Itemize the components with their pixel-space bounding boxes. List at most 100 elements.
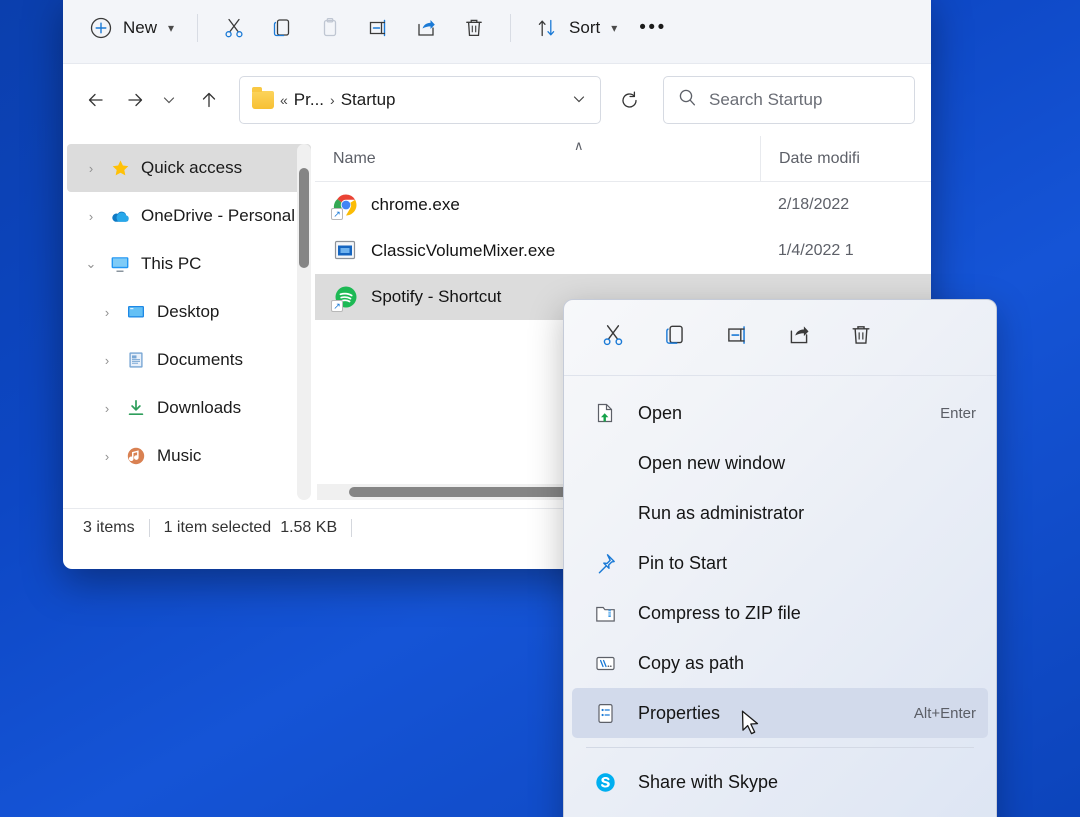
context-rename-button[interactable] <box>706 313 768 363</box>
app-window-icon <box>333 238 359 264</box>
music-icon <box>125 446 147 466</box>
file-name-cell: ClassicVolumeMixer.exe <box>315 238 760 264</box>
open-file-icon <box>590 402 620 424</box>
context-menu-item-copy-as-path[interactable]: Copy as path <box>572 638 988 688</box>
context-menu-item-share-with-skype[interactable]: Share with Skype <box>572 757 988 807</box>
sidebar-item-this-pc[interactable]: ⌄ This PC <box>67 240 311 288</box>
context-menu-item-open-new-window[interactable]: Open new window <box>572 438 988 488</box>
up-button[interactable] <box>192 83 226 117</box>
sidebar-item-downloads[interactable]: › Downloads <box>67 384 311 432</box>
breadcrumb-parent[interactable]: Pr... <box>294 90 324 110</box>
rename-button[interactable] <box>354 8 402 48</box>
breadcrumb-prefix: « <box>280 92 288 108</box>
recent-locations-button[interactable] <box>157 83 181 117</box>
sidebar-item-label: Documents <box>157 350 243 370</box>
sidebar-item-onedrive[interactable]: › OneDrive - Personal <box>67 192 311 240</box>
chevron-right-icon[interactable]: › <box>83 161 99 176</box>
shortcut-overlay-icon: ↗ <box>331 300 343 312</box>
breadcrumb-current[interactable]: Startup <box>341 90 396 110</box>
rename-icon <box>724 322 750 353</box>
explorer-toolbar: New ▾ <box>63 0 931 64</box>
file-name: Spotify - Shortcut <box>371 287 501 307</box>
folder-icon <box>252 91 274 109</box>
share-icon <box>413 15 439 41</box>
chevron-down-icon[interactable]: ⌄ <box>83 256 99 272</box>
context-menu-item-run-as-administrator[interactable]: Run as administrator <box>572 488 988 538</box>
context-menu-item-open[interactable]: Open Enter <box>572 388 988 438</box>
refresh-button[interactable] <box>612 83 646 117</box>
context-menu-item-properties[interactable]: Properties Alt+Enter <box>572 688 988 738</box>
back-button[interactable] <box>79 83 113 117</box>
context-menu-separator <box>586 747 974 748</box>
context-menu-item-compress-to-zip[interactable]: Compress to ZIP file <box>572 588 988 638</box>
table-row[interactable]: ClassicVolumeMixer.exe 1/4/2022 1 <box>315 228 931 274</box>
pin-icon <box>590 552 620 575</box>
context-cut-button[interactable] <box>582 313 644 363</box>
context-delete-button[interactable] <box>830 313 892 363</box>
skype-icon <box>590 771 620 794</box>
context-share-button[interactable] <box>768 313 830 363</box>
context-menu-item-label: Compress to ZIP file <box>638 603 801 624</box>
breadcrumb-chevron-down-icon[interactable] <box>564 92 594 109</box>
column-header-name[interactable]: Name <box>315 136 760 181</box>
context-menu-item-label: Copy as path <box>638 653 744 674</box>
file-name-cell: ↗ chrome.exe <box>315 192 760 218</box>
search-icon <box>678 88 697 112</box>
sidebar-item-quick-access[interactable]: › Quick access <box>67 144 311 192</box>
copy-icon <box>662 322 688 353</box>
cloud-icon <box>109 206 131 227</box>
search-input[interactable] <box>709 90 900 110</box>
see-more-button[interactable]: ••• <box>628 8 677 48</box>
monitor-icon <box>109 254 131 274</box>
sidebar-item-documents[interactable]: › Documents <box>67 336 311 384</box>
chevron-down-icon: ▾ <box>168 21 174 35</box>
sort-button[interactable]: Sort ▾ <box>523 8 628 48</box>
toolbar-divider-1 <box>197 14 198 42</box>
chevron-down-icon: ▾ <box>611 21 617 35</box>
sidebar-item-label: Desktop <box>157 302 219 322</box>
context-copy-button[interactable] <box>644 313 706 363</box>
column-header-row: Name Date modifi ∧ <box>315 136 931 182</box>
share-icon <box>786 322 812 353</box>
sidebar-item-desktop[interactable]: › Desktop <box>67 288 311 336</box>
scissors-icon <box>221 15 247 41</box>
sort-button-label: Sort <box>569 18 600 38</box>
share-button[interactable] <box>402 8 450 48</box>
file-date-modified: 2/18/2022 <box>760 196 931 214</box>
file-name: ClassicVolumeMixer.exe <box>371 241 555 261</box>
chevron-right-icon[interactable]: › <box>99 401 115 416</box>
desktop-icon <box>125 302 147 322</box>
forward-button[interactable] <box>118 83 152 117</box>
sidebar-item-label: Downloads <box>157 398 241 418</box>
context-menu-item-accel: Alt+Enter <box>914 705 976 722</box>
chevron-right-icon[interactable]: › <box>99 353 115 368</box>
cut-button[interactable] <box>210 8 258 48</box>
context-menu-item-pin-to-start[interactable]: Pin to Start <box>572 538 988 588</box>
column-header-date-modified[interactable]: Date modifi <box>760 136 931 181</box>
sort-ascending-caret-icon: ∧ <box>574 138 584 154</box>
sidebar-item-label: Music <box>157 446 201 466</box>
paste-button[interactable] <box>306 8 354 48</box>
context-menu-icon-bar <box>564 300 996 376</box>
toolbar-divider-2 <box>510 14 511 42</box>
delete-button[interactable] <box>450 8 498 48</box>
status-item-count: 3 items <box>83 519 135 537</box>
search-box[interactable] <box>663 76 915 124</box>
sidebar-scrollbar[interactable] <box>297 144 311 500</box>
chevron-right-icon[interactable]: › <box>83 209 99 224</box>
new-button[interactable]: New ▾ <box>77 8 185 48</box>
status-selection: 1 item selected <box>164 519 272 537</box>
sidebar-item-label: Quick access <box>141 158 242 178</box>
copy-button[interactable] <box>258 8 306 48</box>
sidebar-item-music[interactable]: › Music <box>67 432 311 480</box>
status-divider-1 <box>149 519 150 537</box>
downloads-icon <box>125 398 147 418</box>
context-menu: Open Enter Open new window Run as admini… <box>563 299 997 817</box>
chevron-right-icon[interactable]: › <box>99 305 115 320</box>
trash-icon <box>461 15 487 41</box>
table-row[interactable]: ↗ chrome.exe 2/18/2022 <box>315 182 931 228</box>
sidebar-scrollbar-thumb[interactable] <box>299 168 309 268</box>
properties-icon <box>590 702 620 725</box>
chevron-right-icon[interactable]: › <box>99 449 115 464</box>
breadcrumb[interactable]: « Pr... › Startup <box>239 76 601 124</box>
